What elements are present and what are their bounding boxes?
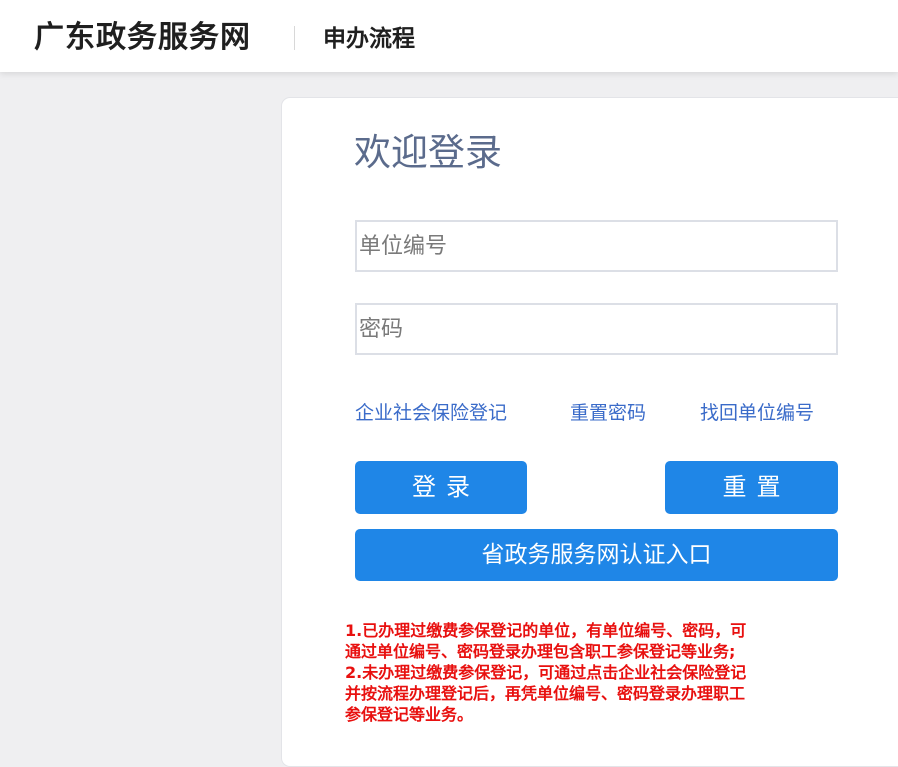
section-title: 申办流程 — [323, 26, 415, 52]
gov-auth-entry-button[interactable]: 省政务服务网认证入口 — [355, 529, 838, 581]
recover-unit-id-link[interactable]: 找回单位编号 — [700, 399, 814, 427]
unit-id-input[interactable] — [355, 220, 838, 272]
notice-line: 2.未办理过缴费参保登记，可通过点击企业社会保险登记 — [345, 663, 747, 682]
reset-password-link[interactable]: 重置密码 — [570, 399, 646, 427]
welcome-heading: 欢迎登录 — [354, 131, 502, 174]
notice-line: 并按流程办理登记后，再凭单位编号、密码登录办理职工 — [345, 684, 746, 703]
notice-line: 1.已办理过缴费参保登记的单位，有单位编号、密码，可 — [345, 621, 747, 640]
top-header: 广东政务服务网 申办流程 — [0, 0, 898, 72]
notice-line: 通过单位编号、密码登录办理包含职工参保登记等业务; — [345, 642, 736, 661]
login-button[interactable]: 登录 — [355, 461, 527, 514]
password-input[interactable] — [355, 303, 838, 355]
notice-text: 1.已办理过缴费参保登记的单位，有单位编号、密码，可 通过单位编号、密码登录办理… — [345, 620, 845, 725]
header-divider — [294, 26, 295, 50]
notice-line: 参保登记等业务。 — [345, 705, 474, 724]
reset-button[interactable]: 重置 — [665, 461, 838, 514]
enterprise-insurance-register-link[interactable]: 企业社会保险登记 — [355, 399, 507, 427]
site-title[interactable]: 广东政务服务网 — [34, 18, 251, 58]
